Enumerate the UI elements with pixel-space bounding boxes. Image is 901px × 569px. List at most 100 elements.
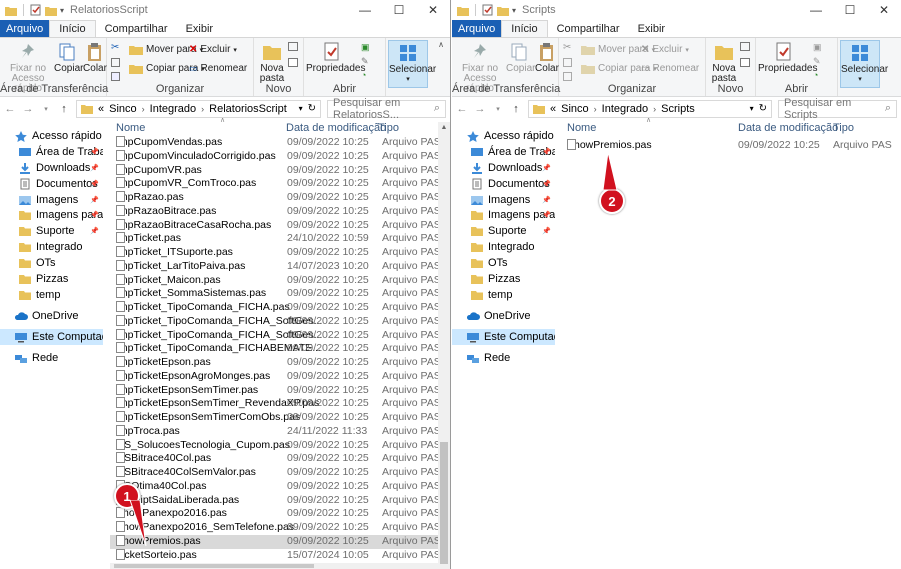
nav-item--rea-de-trabalho[interactable]: Área de Trabalho📌 [0, 144, 103, 160]
search-box[interactable]: Pesquisar em Scripts ⌕ [778, 97, 897, 121]
history-icon[interactable]: ◔ [813, 70, 818, 80]
file-row[interactable]: ShowPremios.pas 09/09/2022 10:25 Arquivo P… [558, 139, 901, 153]
minimize-button[interactable]: — [348, 0, 382, 20]
nav-item-downloads[interactable]: Downloads 📌 [452, 160, 555, 176]
close-button[interactable]: ✕ [416, 0, 450, 20]
rename-button[interactable]: ▭ Renomear [641, 63, 699, 74]
column-name[interactable]: Nome [116, 122, 145, 134]
address-bar[interactable]: « Sinco › Integrado › RelatoriosScript ▾… [76, 99, 321, 118]
scroll-up-icon[interactable]: ▲ [438, 122, 450, 134]
new-folder-button[interactable]: Nova pasta [709, 42, 739, 84]
column-type[interactable]: Tipo [833, 122, 854, 134]
chevron-right-icon[interactable]: › [653, 104, 656, 114]
chevron-down-icon[interactable]: ▾ [750, 104, 754, 113]
select-button[interactable]: Selecionar ▾ [388, 40, 436, 88]
nav-item-documentos[interactable]: Documentos 📌 [452, 176, 555, 192]
refresh-icon[interactable]: ↻ [308, 103, 316, 114]
file-row[interactable]: OSBitrace40Col.pas 09/09/2022 10:25 Arquiv… [110, 452, 450, 466]
nav-item-ots[interactable]: OTs [452, 255, 555, 271]
up-button[interactable]: ↑ [58, 103, 70, 115]
nav-item-este-computador[interactable]: Este Computador [452, 328, 555, 345]
nav-item-suporte[interactable]: Suporte 📌 [0, 223, 103, 239]
chevron-right-icon[interactable]: › [201, 104, 204, 114]
file-row[interactable]: ImpTicketEpsonSemTimer_RevendaXP.pas 09/0… [110, 397, 450, 411]
tab-compartilhar[interactable]: Compartilhar [96, 20, 177, 37]
tab-compartilhar[interactable]: Compartilhar [548, 20, 629, 37]
tab-inicio[interactable]: Início [501, 20, 548, 37]
forward-button[interactable]: → [22, 103, 34, 115]
easy-access-icon[interactable] [740, 58, 750, 67]
nav-item-este-computador[interactable]: Este Computador [0, 328, 103, 345]
new-item-icon[interactable] [288, 42, 298, 51]
copy-path-icon[interactable] [563, 58, 572, 67]
up-button[interactable]: ↑ [510, 103, 522, 115]
column-type[interactable]: Tipo [378, 122, 399, 134]
recent-locations-button[interactable]: ▾ [40, 105, 52, 113]
edit-icon[interactable]: ✎ [813, 56, 821, 67]
scrollbar-thumb[interactable] [440, 442, 448, 564]
paste-button[interactable]: Colar [534, 42, 560, 74]
back-button[interactable]: ← [456, 103, 468, 115]
properties-icon[interactable] [30, 4, 42, 16]
column-date[interactable]: Data de modificação [738, 122, 838, 134]
file-row[interactable]: ImpTicket_ITSuporte.pas 09/09/2022 10:25 A… [110, 246, 450, 260]
maximize-button[interactable]: ☐ [382, 0, 416, 20]
nav-item-rede[interactable]: Rede [0, 350, 103, 366]
history-icon[interactable]: ◔ [361, 70, 366, 80]
breadcrumb-integrado[interactable]: Integrado [150, 103, 196, 115]
forward-button[interactable]: → [474, 103, 486, 115]
nav-item-onedrive[interactable]: OneDrive [452, 308, 555, 324]
chevron-right-icon[interactable]: › [142, 104, 145, 114]
new-folder-icon[interactable] [497, 5, 509, 16]
column-name[interactable]: Nome [567, 122, 596, 134]
properties-button[interactable]: Propriedades [758, 42, 817, 74]
nav-item-imagens-para-inp[interactable]: Imagens para Inp📌 [0, 207, 103, 223]
chevron-down-icon[interactable]: ▾ [60, 6, 64, 15]
back-button[interactable]: ← [4, 103, 16, 115]
paste-shortcut-icon[interactable] [563, 72, 572, 81]
properties-icon[interactable] [482, 4, 494, 16]
file-row[interactable]: OSBitrace40ColSemValor.pas 09/09/2022 10:… [110, 466, 450, 480]
chevron-down-icon[interactable]: ▾ [512, 6, 516, 15]
recent-locations-button[interactable]: ▾ [492, 105, 504, 113]
file-row[interactable]: ImpTicket_TipoComanda_FICHABEMATE... 09/0… [110, 342, 450, 356]
tab-exibir[interactable]: Exibir [629, 20, 675, 37]
nav-item-acesso-r-pido[interactable]: Acesso rápido [452, 128, 555, 144]
nav-item-suporte[interactable]: Suporte 📌 [452, 223, 555, 239]
breadcrumb-scripts[interactable]: Scripts [661, 103, 695, 115]
nav-item-downloads[interactable]: Downloads 📌 [0, 160, 103, 176]
properties-button[interactable]: Propriedades [306, 42, 365, 74]
nav-item-onedrive[interactable]: OneDrive [0, 308, 103, 324]
file-row[interactable]: ImpRazaoBitrace.pas 09/09/2022 10:25 Arqui… [110, 204, 450, 219]
refresh-icon[interactable]: ↻ [759, 103, 767, 114]
cut-icon[interactable]: ✂ [563, 42, 571, 53]
easy-access-icon[interactable] [288, 58, 298, 67]
nav-item-imagens-para-inp[interactable]: Imagens para Inp📌 [452, 207, 555, 223]
breadcrumb-sinco[interactable]: Sinco [109, 103, 137, 115]
breadcrumb-prefix[interactable]: « [550, 103, 556, 115]
column-date[interactable]: Data de modificação [286, 122, 386, 134]
file-row[interactable]: ImpCupomVinculadoCorrigido.pas 09/09/2022… [110, 149, 450, 164]
file-row[interactable]: ImpRazaoBitraceCasaRocha.pas 09/09/2022 1… [110, 218, 450, 233]
hscroll-thumb[interactable] [114, 564, 314, 568]
file-row[interactable]: ShowPanexpo2016.pas 09/09/2022 10:25 Arqui… [110, 507, 450, 521]
file-row[interactable]: ImpTicketEpson.pas 09/09/2022 10:25 Arquiv… [110, 356, 450, 370]
file-row[interactable]: ImpCupomVR.pas 09/09/2022 10:25 Arquivo PA… [110, 163, 450, 178]
nav-item-acesso-r-pido[interactable]: Acesso rápido [0, 128, 103, 144]
tab-inicio[interactable]: Início [49, 20, 96, 37]
paste-button[interactable]: Colar [82, 42, 108, 74]
copy-path-icon[interactable] [111, 58, 120, 67]
search-box[interactable]: Pesquisar em RelatoriosS... ⌕ [327, 97, 446, 121]
nav-item-imagens[interactable]: Imagens 📌 [452, 192, 555, 208]
file-row[interactable]: ImpTicket_Maicon.pas 09/09/2022 10:25 Arqu… [110, 273, 450, 288]
nav-item-temp[interactable]: temp [0, 287, 103, 303]
file-row[interactable]: ReceiptSaidaLiberada.pas 09/09/2022 10:25… [110, 493, 450, 508]
file-row[interactable]: ImpCupomVendas.pas 09/09/2022 10:25 Arquiv… [110, 136, 450, 150]
file-row[interactable]: ImpTicket_SommaSistemas.pas 09/09/2022 10… [110, 287, 450, 301]
vertical-scrollbar[interactable]: ▲ [438, 122, 450, 569]
file-row[interactable]: ImpTicket_TipoComanda_FICHA_SoftGes... 09… [110, 314, 450, 329]
new-item-icon[interactable] [740, 42, 750, 51]
copy-button[interactable]: Copiar [506, 42, 535, 74]
breadcrumb-integrado[interactable]: Integrado [602, 103, 648, 115]
nav-item-integrado[interactable]: Integrado [0, 239, 103, 255]
